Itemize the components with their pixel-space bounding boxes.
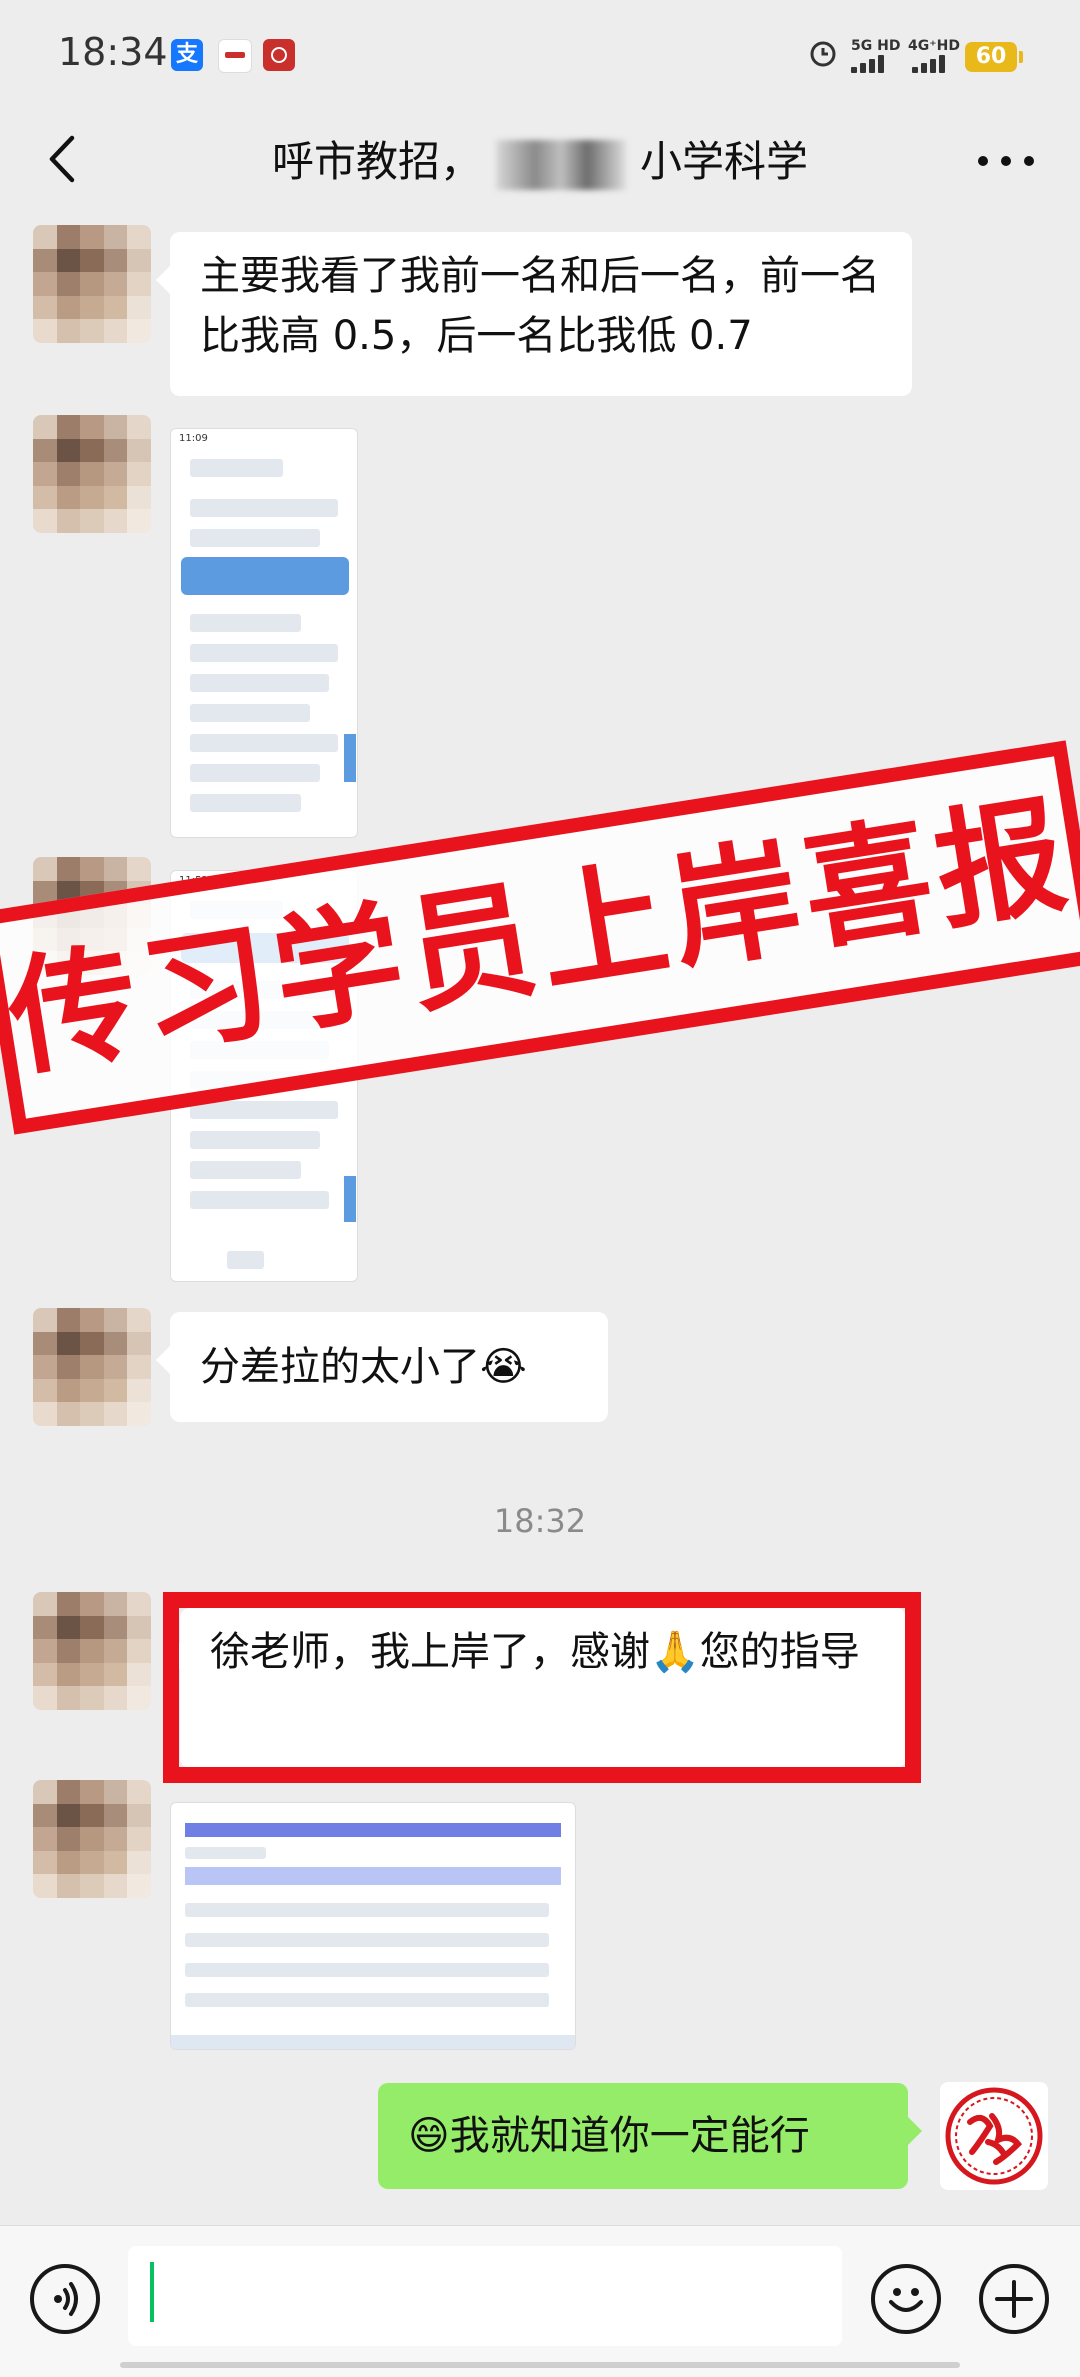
plus-icon <box>995 2280 1033 2318</box>
message-timestamp: 18:32 <box>493 1502 587 1540</box>
message-bubble-incoming[interactable]: 主要我看了我前一名和后一名，前一名比我高 0.5，后一名比我低 0.7 <box>156 232 912 396</box>
contact-avatar[interactable] <box>33 1592 151 1710</box>
contact-avatar[interactable] <box>33 415 151 533</box>
emoji-icon <box>889 2288 923 2312</box>
contact-avatar[interactable] <box>33 1308 151 1426</box>
text-cursor <box>150 2262 154 2322</box>
image-message[interactable]: 11:09 <box>170 428 358 838</box>
message-bubble-incoming[interactable]: 分差拉的太小了😭 <box>156 1312 608 1422</box>
alipay-icon: 支 <box>171 39 203 71</box>
chat-title-left: 呼市教招， <box>271 137 482 186</box>
network-label-2: 4G⁺HD <box>908 38 960 54</box>
screenshot-time: 11:09 <box>179 433 208 444</box>
blurred-name <box>496 139 626 190</box>
contact-avatar[interactable] <box>33 225 151 343</box>
contact-avatar[interactable] <box>33 1780 151 1898</box>
seal-logo-icon <box>945 2087 1043 2185</box>
message-text: 😄我就知道你一定能行 <box>408 2113 810 2159</box>
bank-app-icon <box>263 39 295 71</box>
more-functions-button[interactable] <box>979 2264 1049 2334</box>
message-bubble-outgoing[interactable]: 😄我就知道你一定能行 <box>378 2083 922 2189</box>
message-input[interactable] <box>128 2246 842 2346</box>
voice-input-button[interactable] <box>30 2264 100 2334</box>
emoji-button[interactable] <box>871 2264 941 2334</box>
promo-banner: 传习学员上岸喜报 <box>0 740 1080 1135</box>
signal-icon-2 <box>912 53 952 73</box>
news-app-icon <box>218 39 252 73</box>
alarm-icon <box>810 41 836 67</box>
voice-icon <box>54 2282 78 2316</box>
message-text: 分差拉的太小了😭 <box>200 1344 527 1390</box>
chat-title: 呼市教招， 小学科学 <box>0 128 1080 190</box>
image-message[interactable] <box>170 1802 576 2050</box>
highlight-box <box>163 1592 921 1783</box>
banner-text: 传习学员上岸喜报 <box>0 780 1080 1095</box>
signal-icon-1 <box>851 53 891 73</box>
status-time: 18:34 <box>58 30 168 74</box>
network-label-1: 5G HD <box>851 38 901 54</box>
message-text: 主要我看了我前一名和后一名，前一名比我高 0.5，后一名比我低 0.7 <box>200 253 880 359</box>
my-avatar[interactable] <box>940 2082 1048 2190</box>
battery-icon: 60 <box>965 42 1023 72</box>
chat-title-right: 小学科学 <box>640 137 809 186</box>
more-options-icon[interactable] <box>978 156 1034 168</box>
gesture-bar <box>120 2362 960 2368</box>
